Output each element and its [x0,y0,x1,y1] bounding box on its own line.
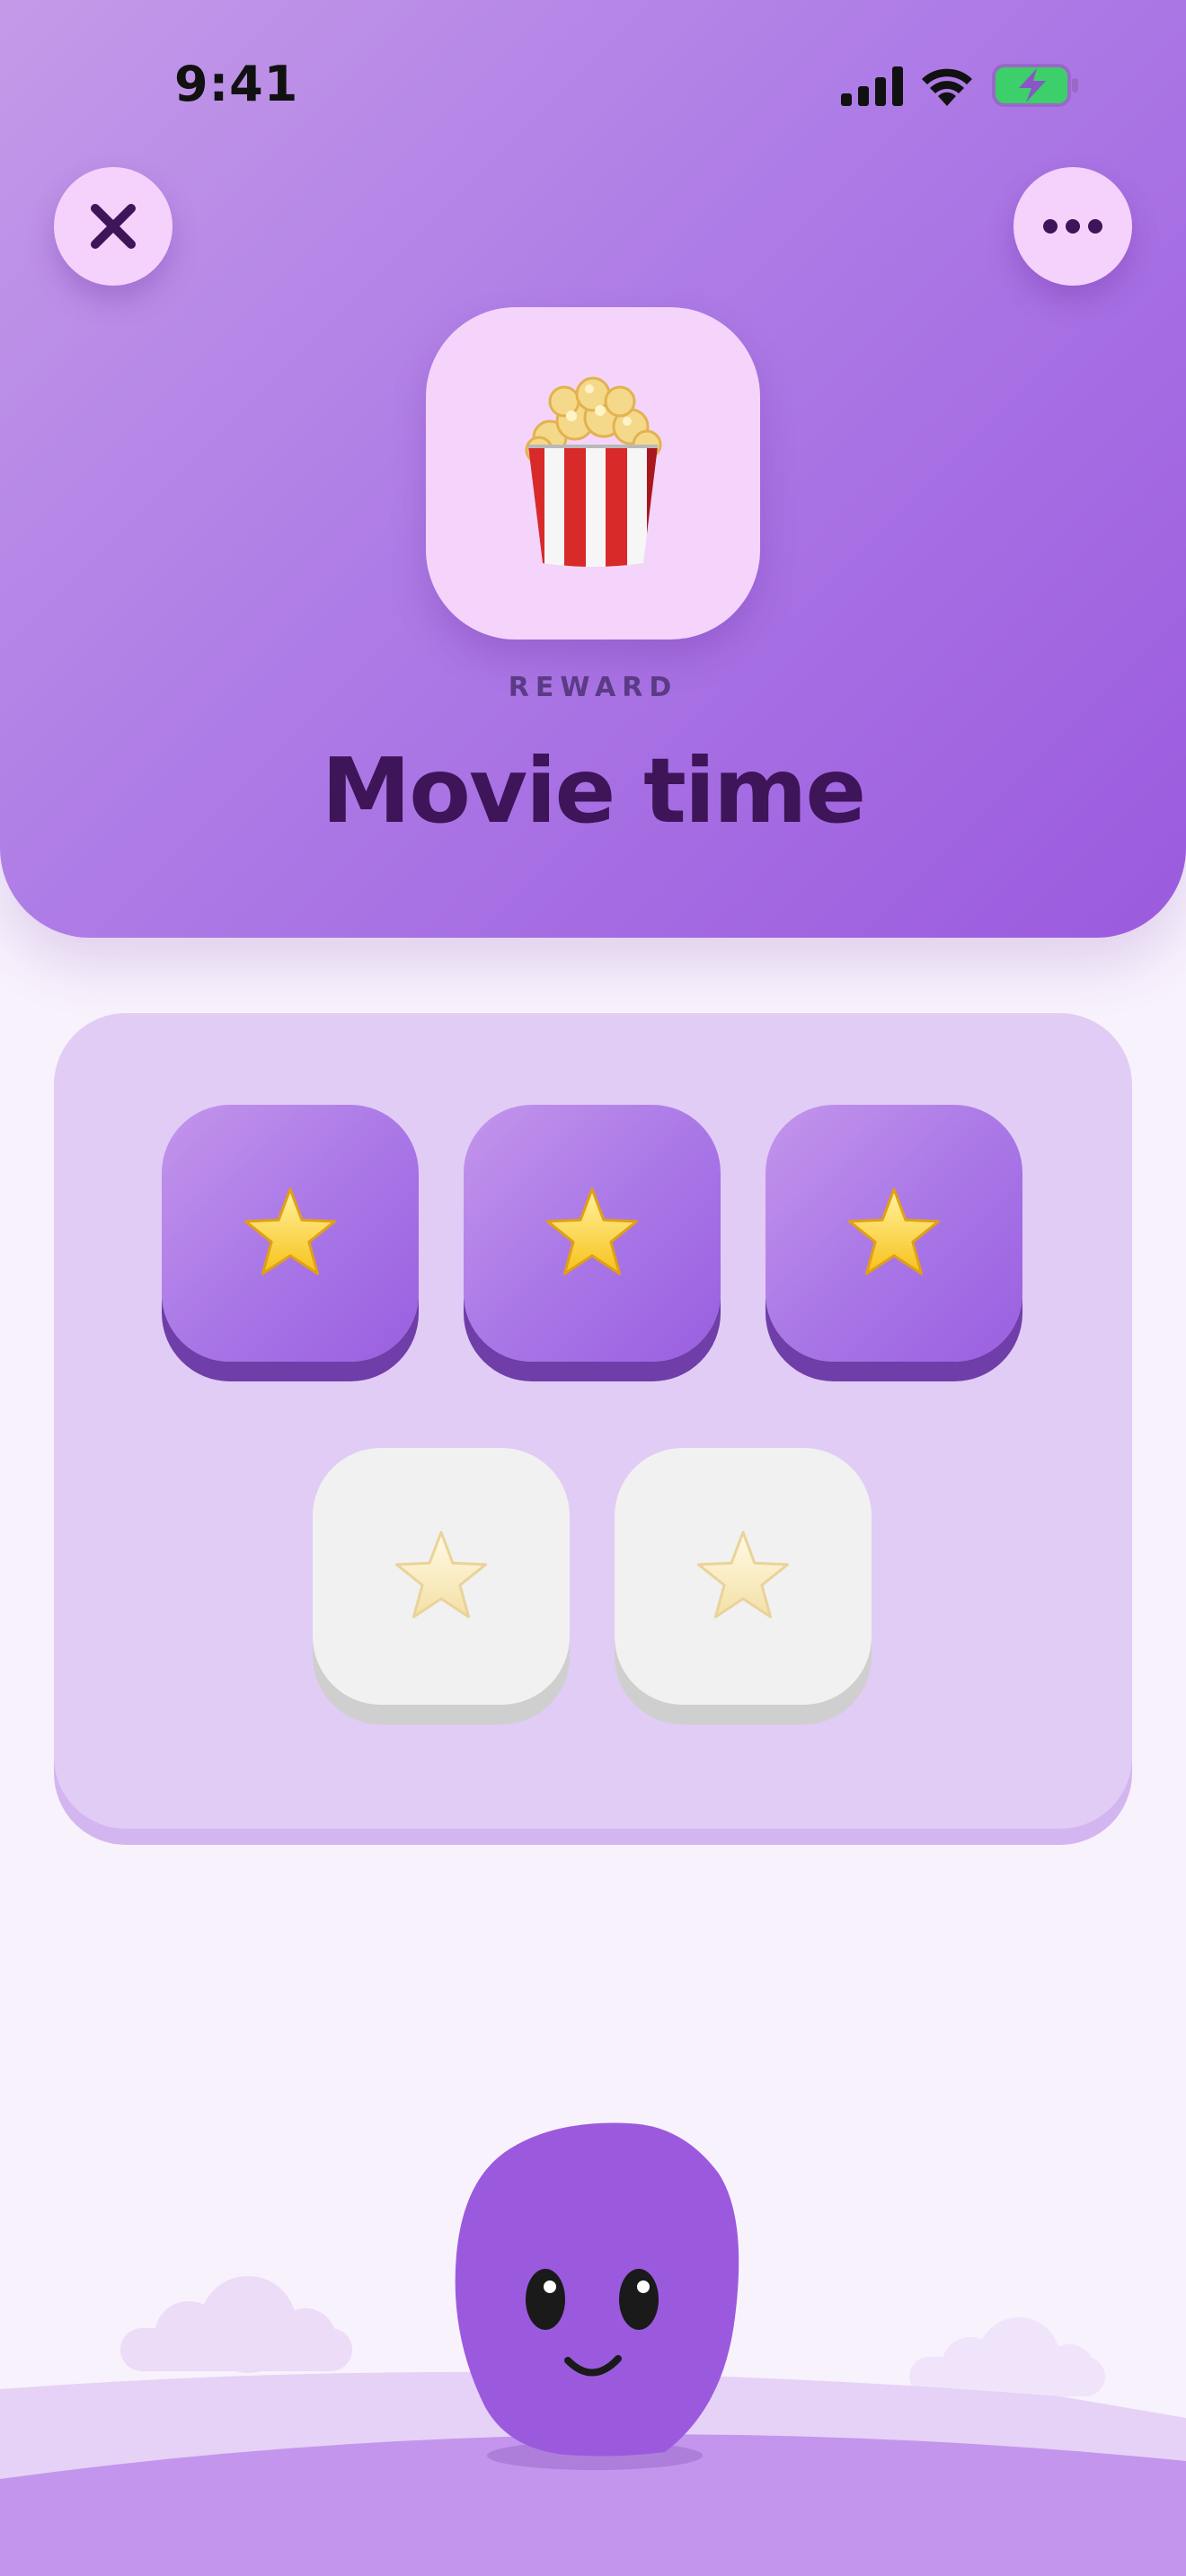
cellular-signal-icon [841,66,903,106]
close-button[interactable] [54,167,173,286]
more-options-button[interactable] [1013,167,1132,286]
star-empty-icon [395,1531,487,1619]
star-filled-icon [546,1187,638,1275]
reward-header: 9:41 REWARD Movie time [0,0,1186,938]
star-slot-4 [313,1448,570,1705]
stars-progress-panel [54,1013,1132,1829]
star-slot-1 [162,1105,419,1362]
reward-label: REWARD [508,672,678,703]
cloud-icon [120,2276,352,2373]
star-filled-icon [848,1187,940,1275]
smiling-blob-mascot [455,2122,739,2457]
star-slot-5 [615,1448,872,1705]
bottom-scene [0,2122,1186,2576]
close-icon [91,204,136,249]
popcorn-icon [525,376,662,567]
reward-screen: 9:41 REWARD Movie time [0,0,1186,2576]
star-empty-icon [697,1531,789,1619]
star-slot-3 [766,1105,1022,1362]
star-slot-2 [464,1105,721,1362]
status-time: 9:41 [174,56,299,112]
battery-charging-icon [992,64,1078,107]
star-filled-icon [244,1187,336,1275]
more-icon [1043,219,1102,234]
reward-icon-tile [426,307,760,640]
reward-title: Movie time [321,738,866,843]
wifi-icon [922,68,972,106]
